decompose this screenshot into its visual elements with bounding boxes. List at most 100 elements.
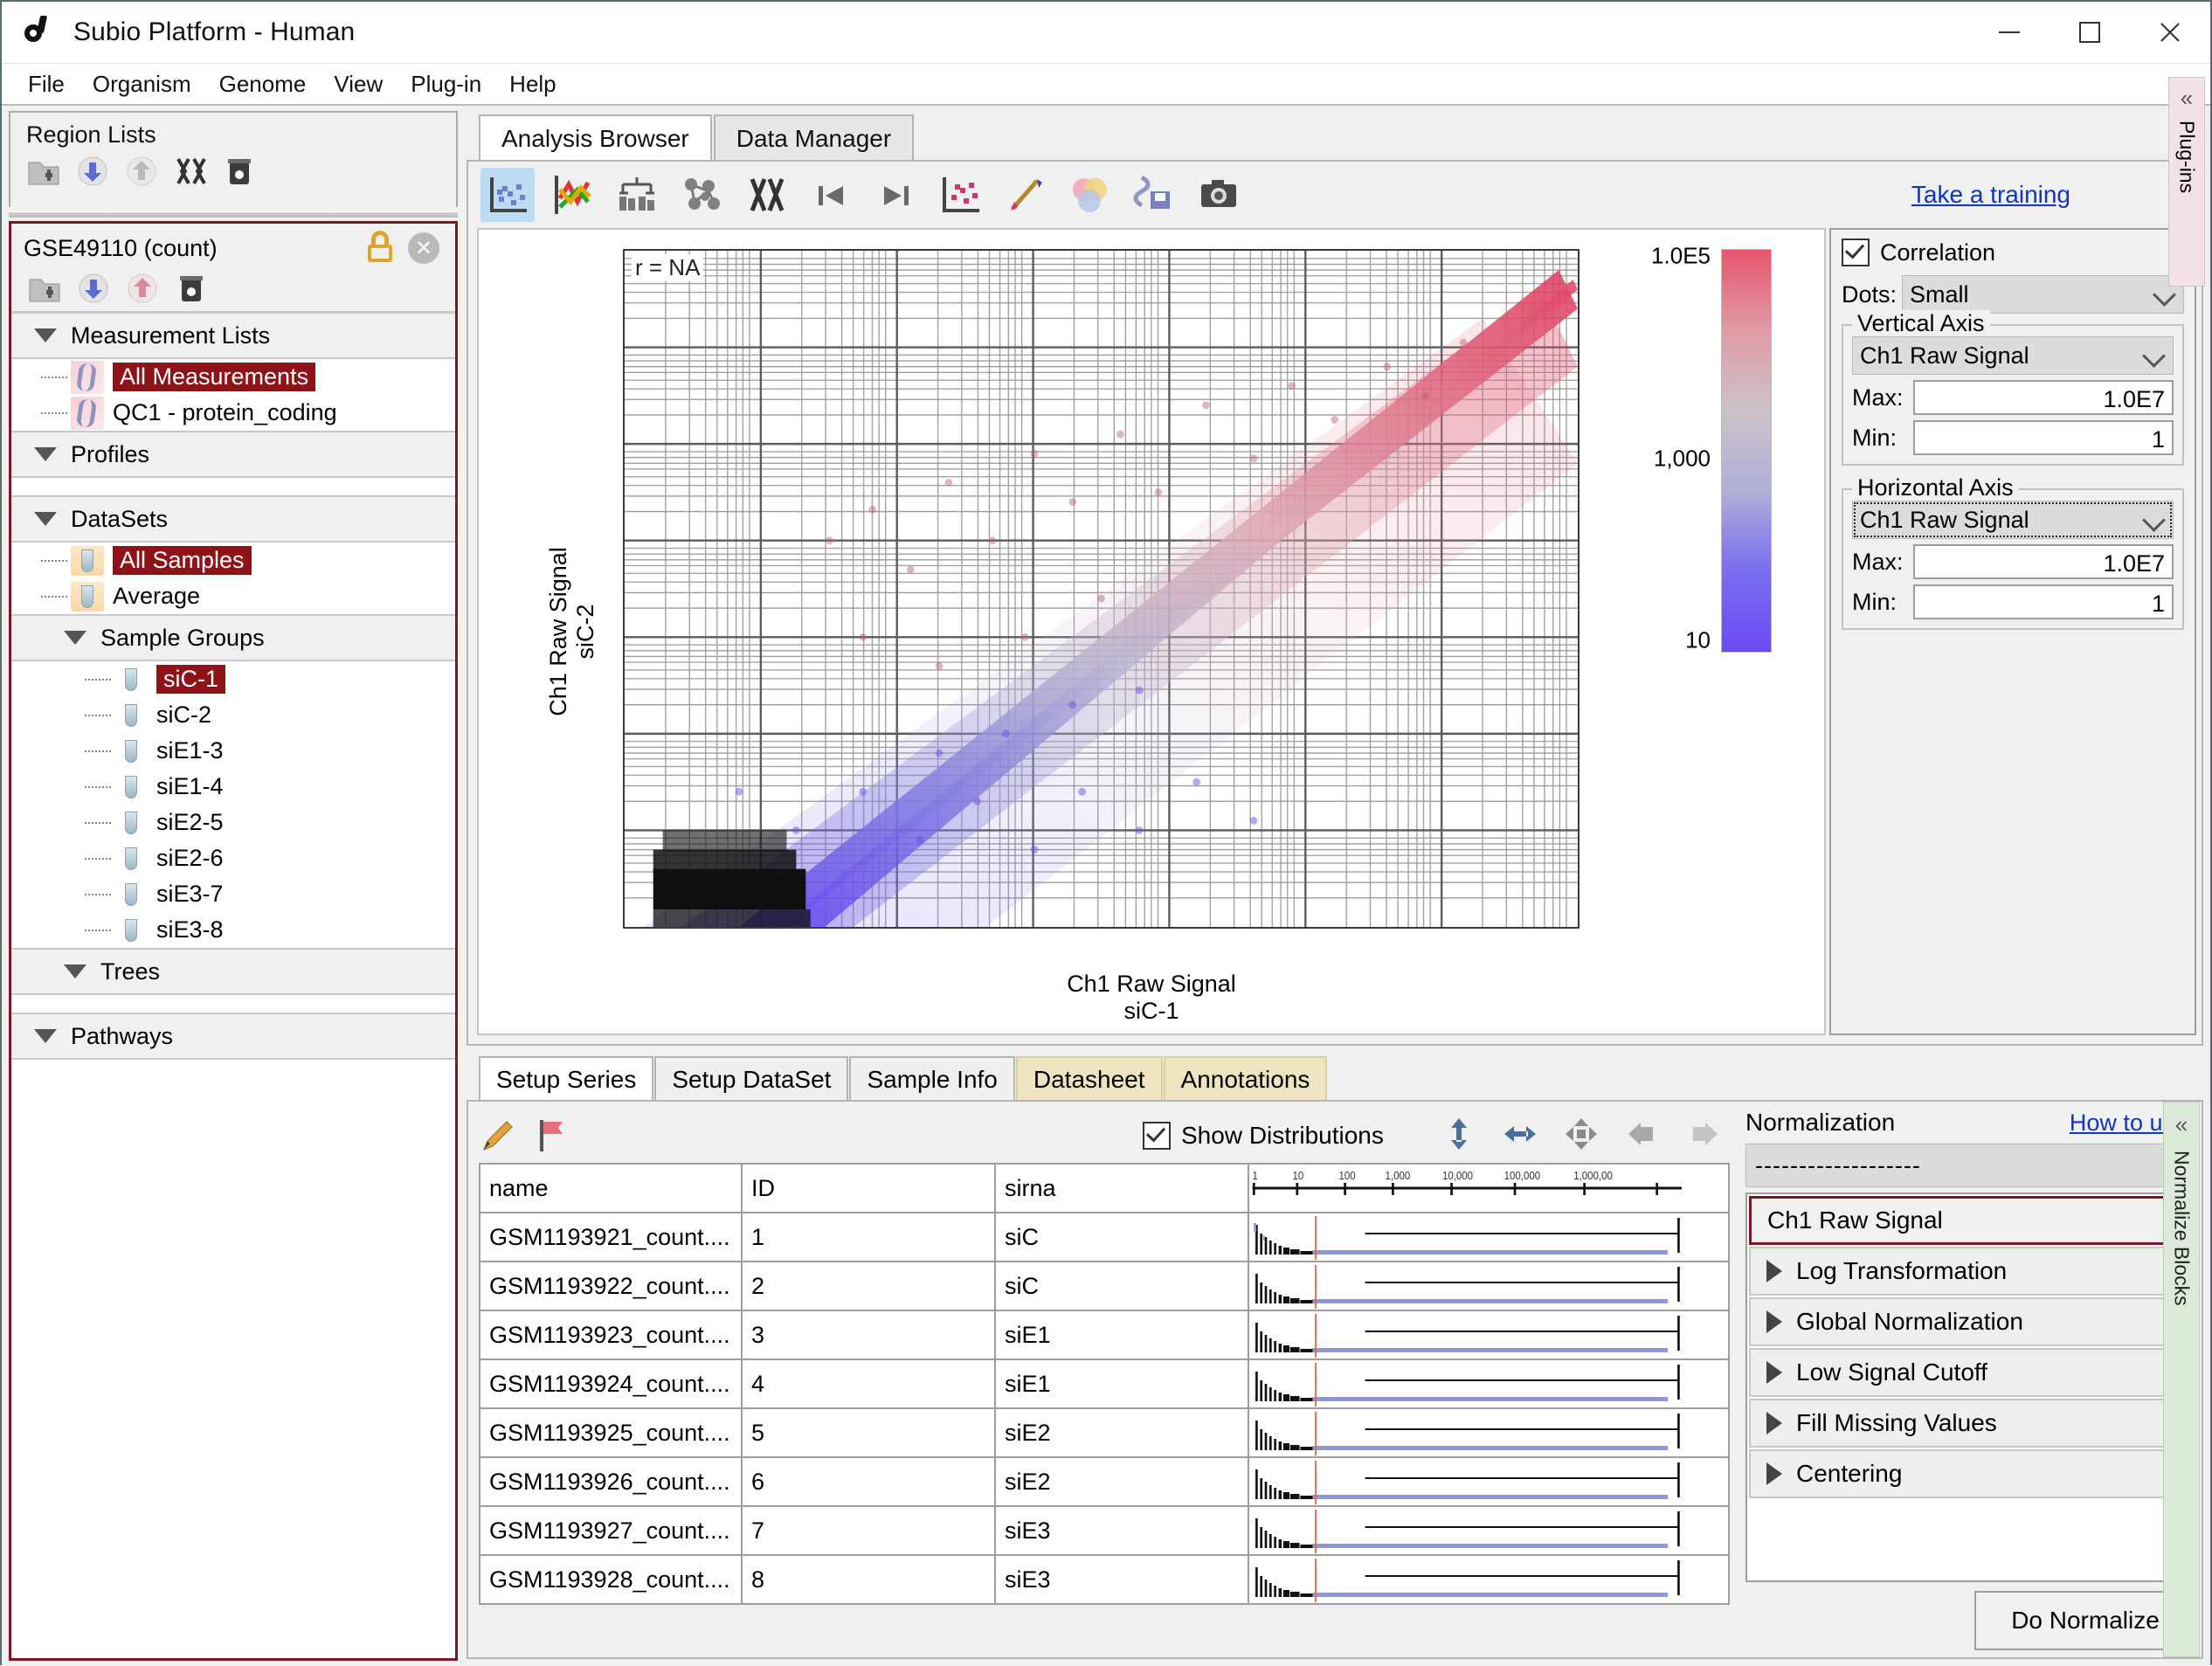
tree-item-sie2-6[interactable]: siE2-6 — [11, 840, 455, 876]
tab-data-manager[interactable]: Data Manager — [714, 114, 914, 160]
cell-distribution[interactable] — [1248, 1213, 1729, 1262]
camera-icon[interactable] — [1192, 168, 1246, 222]
show-distributions-row[interactable]: Show Distributions — [1143, 1122, 1384, 1150]
tab-setup-series[interactable]: Setup Series — [479, 1056, 653, 1100]
upload-icon[interactable] — [124, 154, 159, 189]
plugins-side-tab[interactable]: « Plug-ins — [2168, 77, 2205, 287]
venn-diagram-icon[interactable] — [1062, 168, 1116, 222]
vertical-axis-select[interactable]: Ch1 Raw Signal — [1852, 336, 2174, 375]
tree-item-sie2-5[interactable]: siE2-5 — [11, 805, 455, 840]
cell-distribution[interactable] — [1248, 1359, 1729, 1408]
download-icon[interactable] — [75, 154, 110, 189]
table-row[interactable]: GSM1193922_count.... 2 siC — [480, 1262, 1729, 1310]
network-icon[interactable] — [674, 168, 729, 222]
tab-datasheet[interactable]: Datasheet — [1016, 1056, 1163, 1100]
tree-item-average[interactable]: Average — [11, 578, 455, 614]
show-distributions-checkbox[interactable] — [1143, 1122, 1171, 1150]
skip-previous-icon[interactable] — [804, 168, 858, 222]
scatter-plot[interactable]: Ch1 Raw SignalsiC-2 Ch1 Raw SignalsiC-1 … — [477, 228, 1826, 1035]
series-table[interactable]: name ID sirna 110100 1,00010,000 — [479, 1163, 1730, 1605]
tree-group-trees[interactable]: Trees — [11, 948, 455, 995]
menu-item-genome[interactable]: Genome — [205, 67, 321, 101]
tree-item-sic-2[interactable]: siC-2 — [11, 697, 455, 733]
scatter-plot-icon[interactable] — [480, 168, 535, 222]
maximize-button[interactable] — [2050, 2, 2130, 63]
sidebar-splitter[interactable] — [9, 207, 458, 221]
pencil-icon[interactable] — [479, 1116, 517, 1155]
tree-item-sie1-3[interactable]: siE1-3 — [11, 733, 455, 769]
tab-sample-info[interactable]: Sample Info — [849, 1056, 1014, 1100]
normalization-block-log-transformation[interactable]: Log Transformation — [1749, 1247, 2193, 1296]
trash-icon[interactable] — [174, 271, 209, 306]
tree-item-all-samples[interactable]: All Samples — [11, 543, 455, 578]
close-button[interactable] — [2130, 2, 2210, 63]
tab-setup-dataset[interactable]: Setup DataSet — [654, 1056, 848, 1100]
correlation-checkbox-row[interactable]: Correlation — [1842, 238, 2184, 266]
normalization-block-ch1-raw-signal[interactable]: Ch1 Raw Signal — [1749, 1196, 2193, 1245]
resize-vertical-icon[interactable] — [1440, 1115, 1478, 1158]
cell-distribution[interactable] — [1248, 1310, 1729, 1359]
cell-distribution[interactable] — [1248, 1408, 1729, 1457]
red-scatter-icon[interactable] — [933, 168, 987, 222]
table-row[interactable]: GSM1193923_count.... 3 siE1 — [480, 1310, 1729, 1359]
flag-icon[interactable] — [533, 1116, 568, 1155]
cell-distribution[interactable] — [1248, 1457, 1729, 1506]
vertical-max-input[interactable]: 1.0E7 — [1913, 380, 2174, 415]
chromosome-icon[interactable] — [173, 154, 208, 189]
lock-icon[interactable] — [366, 231, 396, 266]
trash-icon[interactable] — [222, 154, 257, 189]
normalization-block-low-signal-cutoff[interactable]: Low Signal Cutoff — [1749, 1348, 2193, 1397]
column-header-name[interactable]: name — [480, 1164, 742, 1213]
vertical-min-input[interactable]: 1 — [1913, 420, 2174, 455]
take-a-training-link[interactable]: Take a training — [1911, 181, 2070, 209]
arrow-marker-icon[interactable] — [998, 168, 1052, 222]
minimize-button[interactable] — [1969, 2, 2050, 63]
menu-item-plugin[interactable]: Plug-in — [397, 67, 495, 101]
tree-group-datasets[interactable]: DataSets — [11, 495, 455, 543]
column-header-sirna[interactable]: sirna — [995, 1164, 1248, 1213]
download-icon[interactable] — [76, 271, 111, 306]
tab-annotations[interactable]: Annotations — [1164, 1056, 1328, 1100]
menu-item-help[interactable]: Help — [495, 67, 570, 101]
tab-analysis-browser[interactable]: Analysis Browser — [479, 114, 712, 160]
tree-item-sic-1[interactable]: siC-1 — [11, 661, 455, 697]
tree-item-all-measurements[interactable]: All Measurements — [11, 359, 455, 395]
cell-distribution[interactable] — [1248, 1506, 1729, 1555]
table-row[interactable]: GSM1193925_count.... 5 siE2 — [480, 1408, 1729, 1457]
table-row[interactable]: GSM1193927_count.... 7 siE3 — [480, 1506, 1729, 1555]
normalization-block-fill-missing-values[interactable]: Fill Missing Values — [1749, 1399, 2193, 1448]
tree-group-sample-groups[interactable]: Sample Groups — [11, 614, 455, 661]
dots-select[interactable]: Small — [1902, 275, 2184, 314]
menu-item-organism[interactable]: Organism — [79, 67, 205, 101]
horizontal-min-input[interactable]: 1 — [1913, 584, 2174, 619]
close-icon[interactable]: ✕ — [408, 232, 439, 264]
collapse-left-icon[interactable]: « — [2175, 1111, 2188, 1138]
normalization-block-centering[interactable]: Centering — [1749, 1449, 2193, 1498]
tree-item-qc1-protein-coding[interactable]: QC1 - protein_coding — [11, 395, 455, 431]
tree-item-sie3-7[interactable]: siE3-7 — [11, 876, 455, 912]
chromosome-icon[interactable] — [739, 168, 793, 222]
menu-item-file[interactable]: File — [14, 67, 79, 101]
save-dna-icon[interactable] — [1127, 168, 1181, 222]
cell-distribution[interactable] — [1248, 1555, 1729, 1604]
correlation-checkbox[interactable] — [1842, 238, 1870, 266]
normalization-block-global-normalization[interactable]: Global Normalization — [1749, 1297, 2193, 1346]
normalization-preset-select[interactable]: ------------------- — [1745, 1144, 2196, 1187]
menu-item-view[interactable]: View — [320, 67, 397, 101]
resize-horizontal-icon[interactable] — [1501, 1115, 1539, 1158]
new-folder-icon[interactable] — [27, 271, 62, 306]
collapse-left-icon[interactable]: « — [2181, 85, 2193, 112]
normalize-blocks-side-tab[interactable]: « Normalize Blocks — [2163, 1102, 2200, 1657]
tree-item-sie3-8[interactable]: siE3-8 — [11, 912, 455, 948]
next-icon[interactable] — [1684, 1115, 1723, 1158]
previous-icon[interactable] — [1623, 1115, 1662, 1158]
tree-group-profiles[interactable]: Profiles — [11, 431, 455, 478]
line-profile-icon[interactable] — [545, 168, 599, 222]
table-row[interactable]: GSM1193921_count.... 1 siC — [480, 1213, 1729, 1262]
tree-group-pathways[interactable]: Pathways — [11, 1013, 455, 1060]
dendrogram-icon[interactable] — [610, 168, 664, 222]
tree-group-measurement-lists[interactable]: Measurement Lists — [11, 312, 455, 359]
upload-icon[interactable] — [125, 271, 160, 306]
column-header-id[interactable]: ID — [742, 1164, 995, 1213]
horizontal-max-input[interactable]: 1.0E7 — [1913, 544, 2174, 579]
